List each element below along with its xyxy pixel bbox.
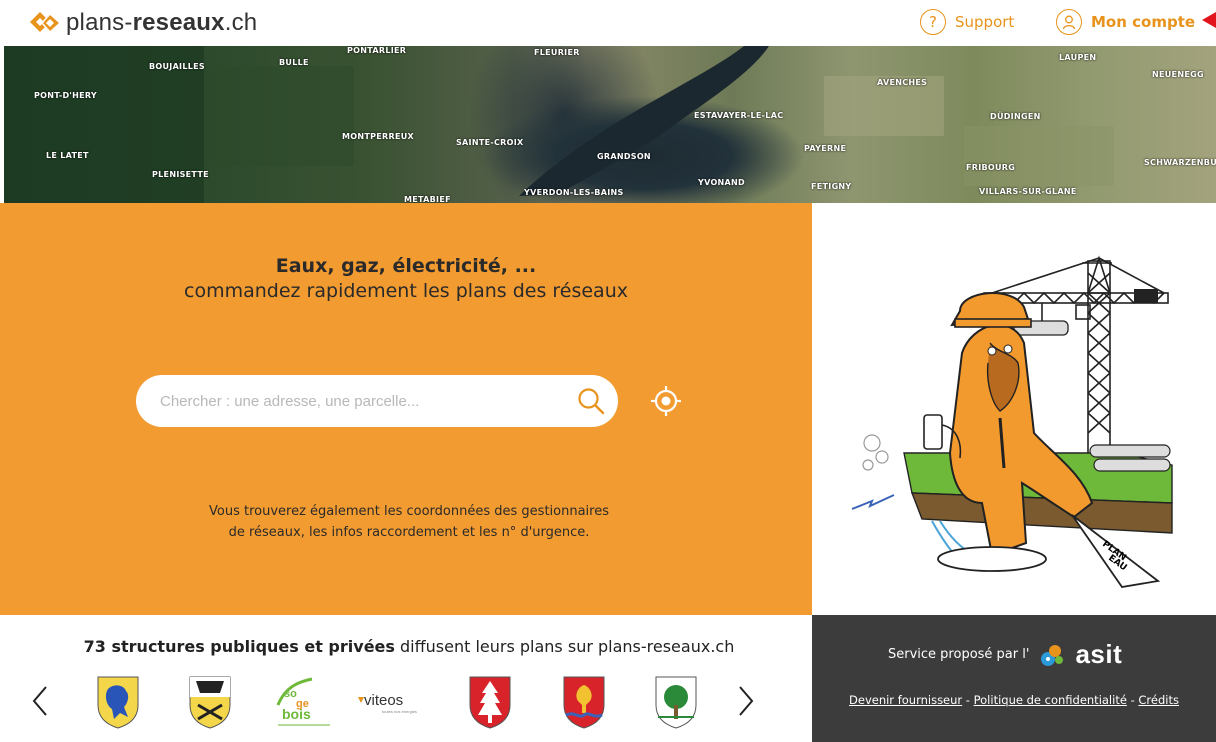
map-place-label: YVERDON-LES-BAINS <box>524 188 624 197</box>
footer-links: Devenir fournisseur - Politique de confi… <box>812 693 1216 707</box>
search-box <box>136 375 618 427</box>
chevron-right-icon[interactable] <box>736 683 756 719</box>
construction-worker-image: PLAN EAU <box>851 255 1173 588</box>
hero-section: Eaux, gaz, électricité, ... commandez ra… <box>0 203 812 615</box>
coat-of-arms-tree-red-logo[interactable] <box>560 675 608 729</box>
map-place-label: PONT-D'HERY <box>34 91 98 100</box>
map-place-label: PONTARLIER <box>347 46 407 55</box>
asit-logo-icon[interactable] <box>1037 643 1067 667</box>
coat-of-arms-lion-logo[interactable] <box>94 675 142 729</box>
logo-text: plans-reseaux.ch <box>66 9 258 36</box>
map-place-label: METABIEF <box>404 195 451 203</box>
map-place-label: BULLE <box>279 58 309 67</box>
link-separator: - <box>1126 693 1139 707</box>
coat-of-arms-tree-green-logo[interactable] <box>652 675 700 729</box>
hero-title: Eaux, gaz, électricité, ... commandez ra… <box>184 255 628 302</box>
map-place-label: SAINTE-CROIX <box>456 138 524 147</box>
geolocate-icon[interactable] <box>648 383 684 419</box>
map-place-label: AVENCHES <box>877 78 928 87</box>
coat-of-arms-bear-logo[interactable] <box>186 675 234 729</box>
header: plans-reseaux.ch ? Support Mon compte <box>0 0 1216 46</box>
support-link[interactable]: ? Support <box>920 9 1014 35</box>
user-icon <box>1056 9 1082 35</box>
chevron-left-icon[interactable] <box>30 683 50 719</box>
map-place-label: ESTAVAYER-LE-LAC <box>694 111 784 120</box>
map-place-label: VILLARS-SUR-GLANE <box>979 187 1077 196</box>
field-area <box>964 126 1114 186</box>
footer: Service proposé par l' asit Devenir four… <box>812 615 1216 742</box>
map-place-label: PAYERNE <box>804 144 847 153</box>
logo-diamond-icon <box>30 12 62 34</box>
map-place-label: NEUENEGG <box>1152 70 1204 79</box>
map-place-label: SCHWARZENBU <box>1144 158 1216 167</box>
map-place-label: YVONAND <box>698 178 745 187</box>
svg-text:toutes nos énergies: toutes nos énergies <box>382 709 417 714</box>
question-icon: ? <box>920 9 946 35</box>
map-place-label: FRIBOURG <box>966 163 1016 172</box>
coat-of-arms-fir-logo[interactable] <box>466 675 514 729</box>
service-label: Service proposé par l' <box>888 647 1030 662</box>
map-place-label: LE LATET <box>46 151 89 160</box>
site-logo[interactable]: plans-reseaux.ch <box>28 9 257 37</box>
map-place-label: FETIGNY <box>811 182 852 191</box>
map-place-label: DÜDINGEN <box>990 112 1041 121</box>
map-place-label: BOUJAILLES <box>149 62 205 71</box>
map-place-label: MONTPERREUX <box>342 132 414 141</box>
hero-subtext: Vous trouverez également les coordonnées… <box>209 504 609 540</box>
svg-text:viteos: viteos <box>364 692 403 709</box>
account-label: Mon compte <box>1091 13 1196 31</box>
providers-title: 73 structures publiques et privées diffu… <box>83 637 735 656</box>
map-banner[interactable]: PONTARLIER FLEURIER BOUJAILLES BULLE PON… <box>4 46 1216 203</box>
search-input[interactable] <box>160 389 560 413</box>
map-place-label: PLENISETTE <box>152 170 209 179</box>
providers-section: 73 structures publiques et privées diffu… <box>0 615 812 742</box>
credits-link[interactable]: Crédits <box>1138 693 1179 707</box>
svg-text:bois: bois <box>282 706 311 722</box>
map-place-label: GRANDSON <box>597 152 651 161</box>
red-arrow-marker <box>1202 12 1216 28</box>
link-separator: - <box>962 693 974 707</box>
worker-illustration: PLAN EAU <box>812 203 1216 615</box>
forest-area <box>204 66 354 166</box>
service-by: Service proposé par l' asit <box>888 639 1122 670</box>
map-place-label: LAUPEN <box>1059 53 1097 62</box>
become-provider-link[interactable]: Devenir fournisseur <box>849 693 962 707</box>
search-icon[interactable] <box>576 386 606 416</box>
privacy-policy-link[interactable]: Politique de confidentialité <box>974 693 1127 707</box>
map-place-label: FLEURIER <box>534 48 580 57</box>
asit-logo-text: asit <box>1075 639 1123 669</box>
sogebois-logo[interactable]: so ge bois <box>272 675 336 729</box>
account-link[interactable]: Mon compte <box>1056 9 1195 35</box>
support-label: Support <box>955 13 1015 31</box>
lake-shape <box>519 46 769 196</box>
viteos-logo[interactable]: viteos toutes nos énergies <box>356 675 422 729</box>
